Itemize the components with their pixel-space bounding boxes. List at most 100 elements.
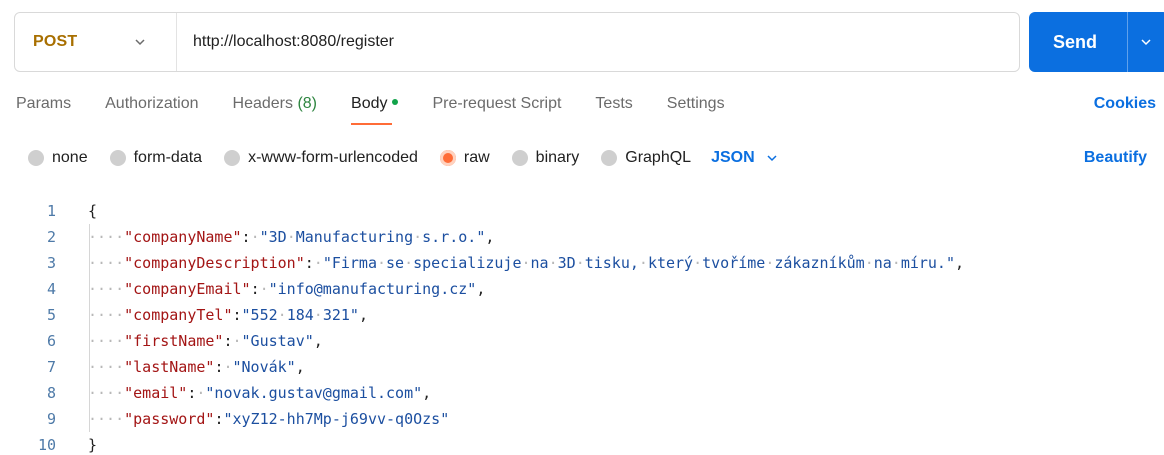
tab-headers-label: Headers (232, 95, 293, 112)
option-urlencoded[interactable]: x-www-form-urlencoded (224, 149, 418, 167)
code-text: ····"lastName":·"Novák", (88, 354, 305, 380)
option-graphql-label: GraphQL (625, 149, 692, 166)
code-text: } (88, 432, 97, 455)
code-line: 2 ····"companyName":·"3D·Manufacturing·s.… (0, 224, 1164, 250)
code-text: ····"email":·"novak.gustav@gmail.com", (88, 380, 431, 406)
option-form-data[interactable]: form-data (109, 149, 203, 167)
indent-whitespace: ···· (88, 358, 125, 376)
code-line: 5 ····"companyTel":"552·184·321", (0, 302, 1164, 328)
line-number: 10 (37, 436, 56, 454)
option-urlencoded-label: x-www-form-urlencoded (248, 149, 418, 166)
line-number: 2 (46, 228, 56, 246)
json-separator: :· (250, 280, 269, 298)
code-brace: } (88, 436, 98, 454)
line-number: 1 (46, 202, 56, 220)
tab-authorization[interactable]: Authorization (105, 95, 198, 113)
request-url-bar: POST (14, 12, 1020, 72)
json-value: "Firma·se·specializuje·na·3D·tisku,·kter… (322, 254, 955, 272)
code-text: ····"firstName":·"Gustav", (88, 328, 323, 354)
indent-whitespace: ···· (88, 332, 125, 350)
option-raw-label: raw (463, 149, 490, 166)
code-text: ····"companyEmail":·"info@manufacturing.… (88, 276, 485, 302)
code-brace: { (88, 202, 98, 220)
code-line: 8 ····"email":·"novak.gustav@gmail.com", (0, 380, 1164, 406)
json-key: "email" (124, 384, 188, 402)
headers-count: (8) (297, 95, 318, 112)
code-text: ····"password":"xyZ12-hh7Mp-j69vv-q0Ozs" (88, 406, 449, 432)
json-separator: :· (187, 384, 206, 402)
json-key: "companyName" (124, 228, 242, 246)
indent-whitespace: ···· (88, 306, 125, 324)
code-text: ····"companyTel":"552·184·321", (88, 302, 368, 328)
radio-icon (511, 150, 528, 166)
chevron-down-icon (135, 39, 145, 46)
line-number: 5 (46, 306, 56, 324)
code-editor[interactable]: 1{2 ····"companyName":·"3D·Manufacturing·… (0, 198, 1164, 455)
tab-params[interactable]: Params (16, 95, 71, 113)
json-separator: : (232, 306, 242, 324)
option-raw[interactable]: raw (439, 149, 490, 167)
code-line: 4 ····"companyEmail":·"info@manufacturing… (0, 276, 1164, 302)
indent-whitespace: ···· (88, 228, 125, 246)
url-input[interactable] (177, 13, 1019, 71)
language-label: JSON (711, 149, 755, 166)
json-comma: , (485, 228, 495, 246)
json-key: "companyEmail" (124, 280, 251, 298)
option-binary-label: binary (535, 149, 580, 166)
json-comma: , (476, 280, 486, 298)
code-line: 1{ (0, 198, 1164, 224)
option-binary[interactable]: binary (511, 149, 580, 167)
radio-icon (28, 150, 44, 166)
request-tabs: Params Authorization Headers (8) Body Pr… (16, 95, 759, 125)
option-none[interactable]: none (28, 149, 88, 167)
line-number: 3 (46, 254, 56, 272)
json-value: "552·184·321" (241, 306, 359, 324)
tab-headers[interactable]: Headers (8) (233, 95, 318, 113)
method-label: POST (33, 33, 78, 50)
chevron-down-icon (767, 155, 777, 162)
json-separator: :· (214, 358, 233, 376)
method-select[interactable]: POST (15, 13, 177, 71)
code-line: 7 ····"lastName":·"Novák", (0, 354, 1164, 380)
code-line: 9 ····"password":"xyZ12-hh7Mp-j69vv-q0Ozs… (0, 406, 1164, 432)
json-separator: :· (304, 254, 323, 272)
line-number: 7 (46, 358, 56, 376)
language-select[interactable]: JSON (711, 149, 779, 167)
json-value: "Gustav" (241, 332, 314, 350)
tab-pre-request-script[interactable]: Pre-request Script (432, 95, 561, 113)
radio-icon (601, 150, 618, 166)
radio-icon (109, 150, 126, 166)
line-number: 6 (46, 332, 56, 350)
tab-tests[interactable]: Tests (595, 95, 632, 113)
body-indicator-dot (392, 98, 399, 105)
json-key: "companyTel" (124, 306, 233, 324)
code-text: ····"companyName":·"3D·Manufacturing·s.r… (88, 224, 494, 250)
send-label: Send (1053, 31, 1098, 52)
chevron-down-icon[interactable] (1139, 35, 1153, 49)
json-key: "companyDescription" (124, 254, 305, 272)
radio-selected-icon (439, 150, 456, 166)
json-key: "firstName" (124, 332, 224, 350)
json-value: "3D·Manufacturing·s.r.o." (259, 228, 486, 246)
tab-body[interactable]: Body (351, 95, 399, 125)
json-separator: :· (241, 228, 260, 246)
code-text: ····"companyDescription":·"Firma·se·spec… (88, 250, 964, 276)
code-line: 6 ····"firstName":·"Gustav", (0, 328, 1164, 354)
tab-settings[interactable]: Settings (667, 95, 725, 113)
option-none-label: none (52, 149, 88, 166)
option-form-data-label: form-data (133, 149, 203, 166)
json-key: "lastName" (124, 358, 215, 376)
beautify-link[interactable]: Beautify (1084, 149, 1147, 167)
cookies-link[interactable]: Cookies (1094, 95, 1156, 113)
json-comma: , (313, 332, 323, 350)
json-comma: , (422, 384, 432, 402)
send-button[interactable]: Send (1029, 12, 1164, 72)
indent-whitespace: ···· (88, 410, 125, 428)
json-value: "xyZ12-hh7Mp-j69vv-q0Ozs" (223, 410, 450, 428)
line-number: 9 (46, 410, 56, 428)
radio-icon (224, 150, 241, 166)
send-divider (1127, 12, 1128, 72)
option-graphql[interactable]: GraphQL (601, 149, 691, 167)
indent-whitespace: ···· (88, 280, 125, 298)
indent-whitespace: ···· (88, 254, 125, 272)
